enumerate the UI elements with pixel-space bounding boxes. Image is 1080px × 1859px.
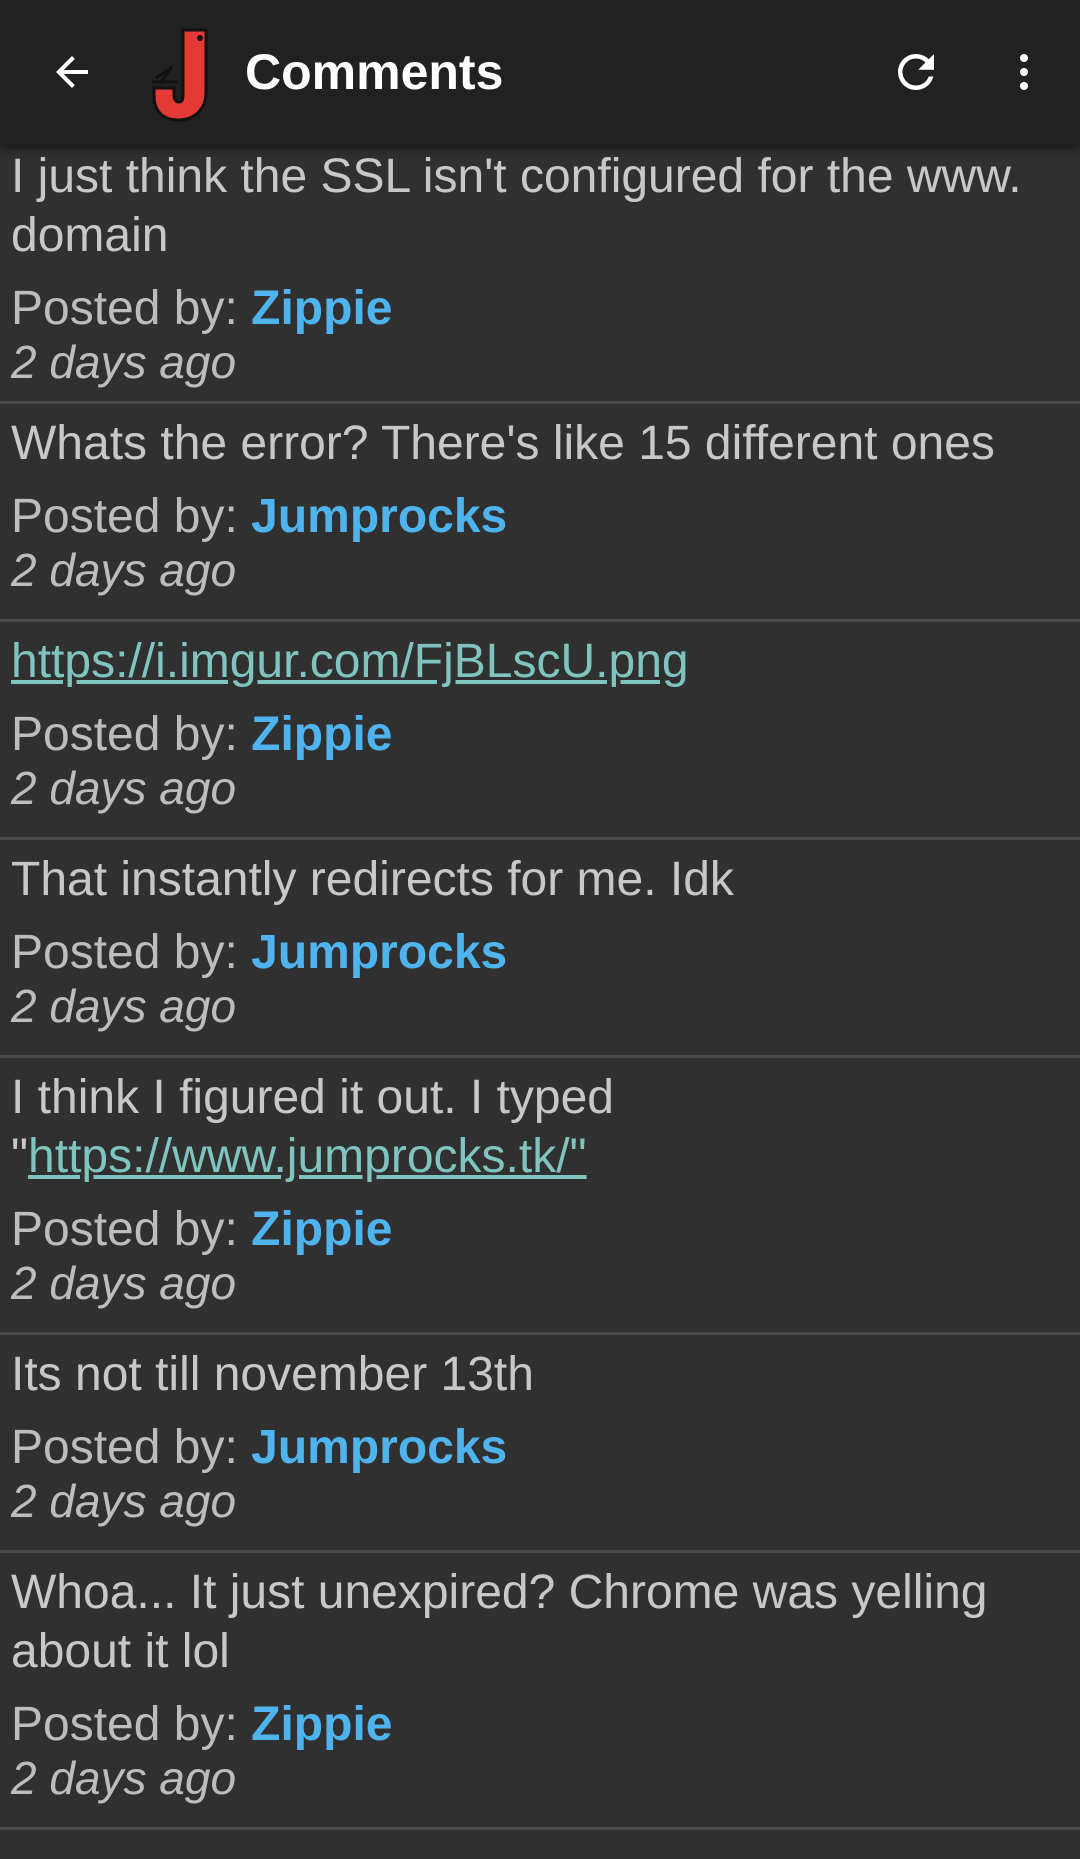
posted-by: Posted by: Jumprocks — [11, 1420, 1069, 1476]
posted-by-label: Posted by: — [11, 1421, 252, 1474]
posted-by-label: Posted by: — [11, 282, 252, 335]
comment-text: That instantly redirects for me. Idk — [11, 853, 734, 906]
comment-time: 2 days ago — [11, 1475, 237, 1527]
comment-author[interactable]: Zippie — [251, 1203, 392, 1256]
comment-item: That instantly redirects for me. Idk Pos… — [0, 840, 1080, 1058]
posted-by: Posted by: Jumprocks — [11, 489, 1069, 545]
comment-text: Whats the error? There's like 15 differe… — [11, 417, 995, 470]
posted-by-label: Posted by: — [11, 1698, 252, 1751]
comment-author[interactable]: Jumprocks — [251, 1421, 507, 1474]
comment-time: 2 days ago — [11, 336, 237, 388]
comment-time: 2 days ago — [11, 544, 237, 596]
arrow-back-icon — [56, 56, 88, 88]
comment-time: 2 days ago — [11, 1257, 237, 1309]
comment-item: Its not till november 13th Posted by: Ju… — [0, 1335, 1080, 1553]
refresh-icon — [898, 54, 934, 90]
comment-text: I just think the SSL isn't configured fo… — [11, 150, 1022, 262]
comment-item: Whats the error? There's like 15 differe… — [0, 404, 1080, 622]
comment-text: https://i.imgur.com/FjBLscU.png — [11, 632, 1069, 691]
comment-author[interactable]: Jumprocks — [251, 926, 507, 979]
more-vert-icon — [1020, 54, 1028, 90]
comment-link[interactable]: https://www.jumprocks.tk/" — [28, 1130, 587, 1183]
posted-by-label: Posted by: — [11, 926, 252, 979]
comment-author[interactable]: Zippie — [251, 1698, 392, 1751]
comment-link[interactable]: https://i.imgur.com/FjBLscU.png — [11, 635, 689, 688]
comment-time: 2 days ago — [11, 980, 237, 1032]
app-logo-j-icon — [148, 22, 228, 122]
posted-by-label: Posted by: — [11, 490, 252, 543]
posted-by-label: Posted by: — [11, 1203, 252, 1256]
posted-by: Posted by: Zippie — [11, 1697, 1069, 1753]
back-button[interactable] — [36, 36, 108, 108]
comment-time: 2 days ago — [11, 762, 237, 814]
comment-item: I think I figured it out. I typed "https… — [0, 1058, 1080, 1335]
comment-time: 2 days ago — [11, 1752, 237, 1804]
comment-text: Its not till november 13th — [11, 1348, 534, 1401]
posted-by: Posted by: Zippie — [11, 281, 1069, 337]
posted-by-label: Posted by: — [11, 708, 252, 761]
comment-author[interactable]: Zippie — [251, 282, 392, 335]
comment-list[interactable]: I just think the SSL isn't configured fo… — [0, 145, 1080, 1830]
comment-item: https://i.imgur.com/FjBLscU.png Posted b… — [0, 622, 1080, 840]
more-options-button[interactable] — [988, 36, 1060, 108]
comment-author[interactable]: Zippie — [251, 708, 392, 761]
comment-author[interactable]: Jumprocks — [251, 490, 507, 543]
page-title: Comments — [245, 44, 504, 100]
posted-by: Posted by: Zippie — [11, 1202, 1069, 1258]
comment-text: I think I figured it out. I typed "https… — [11, 1068, 1069, 1186]
comment-text: Whoa... It just unexpired? Chrome was ye… — [11, 1566, 988, 1678]
refresh-button[interactable] — [880, 36, 952, 108]
comment-item: Whoa... It just unexpired? Chrome was ye… — [0, 1553, 1080, 1830]
comment-item: I just think the SSL isn't configured fo… — [0, 145, 1080, 404]
posted-by: Posted by: Jumprocks — [11, 925, 1069, 981]
app-bar: Comments — [0, 0, 1080, 145]
posted-by: Posted by: Zippie — [11, 707, 1069, 763]
